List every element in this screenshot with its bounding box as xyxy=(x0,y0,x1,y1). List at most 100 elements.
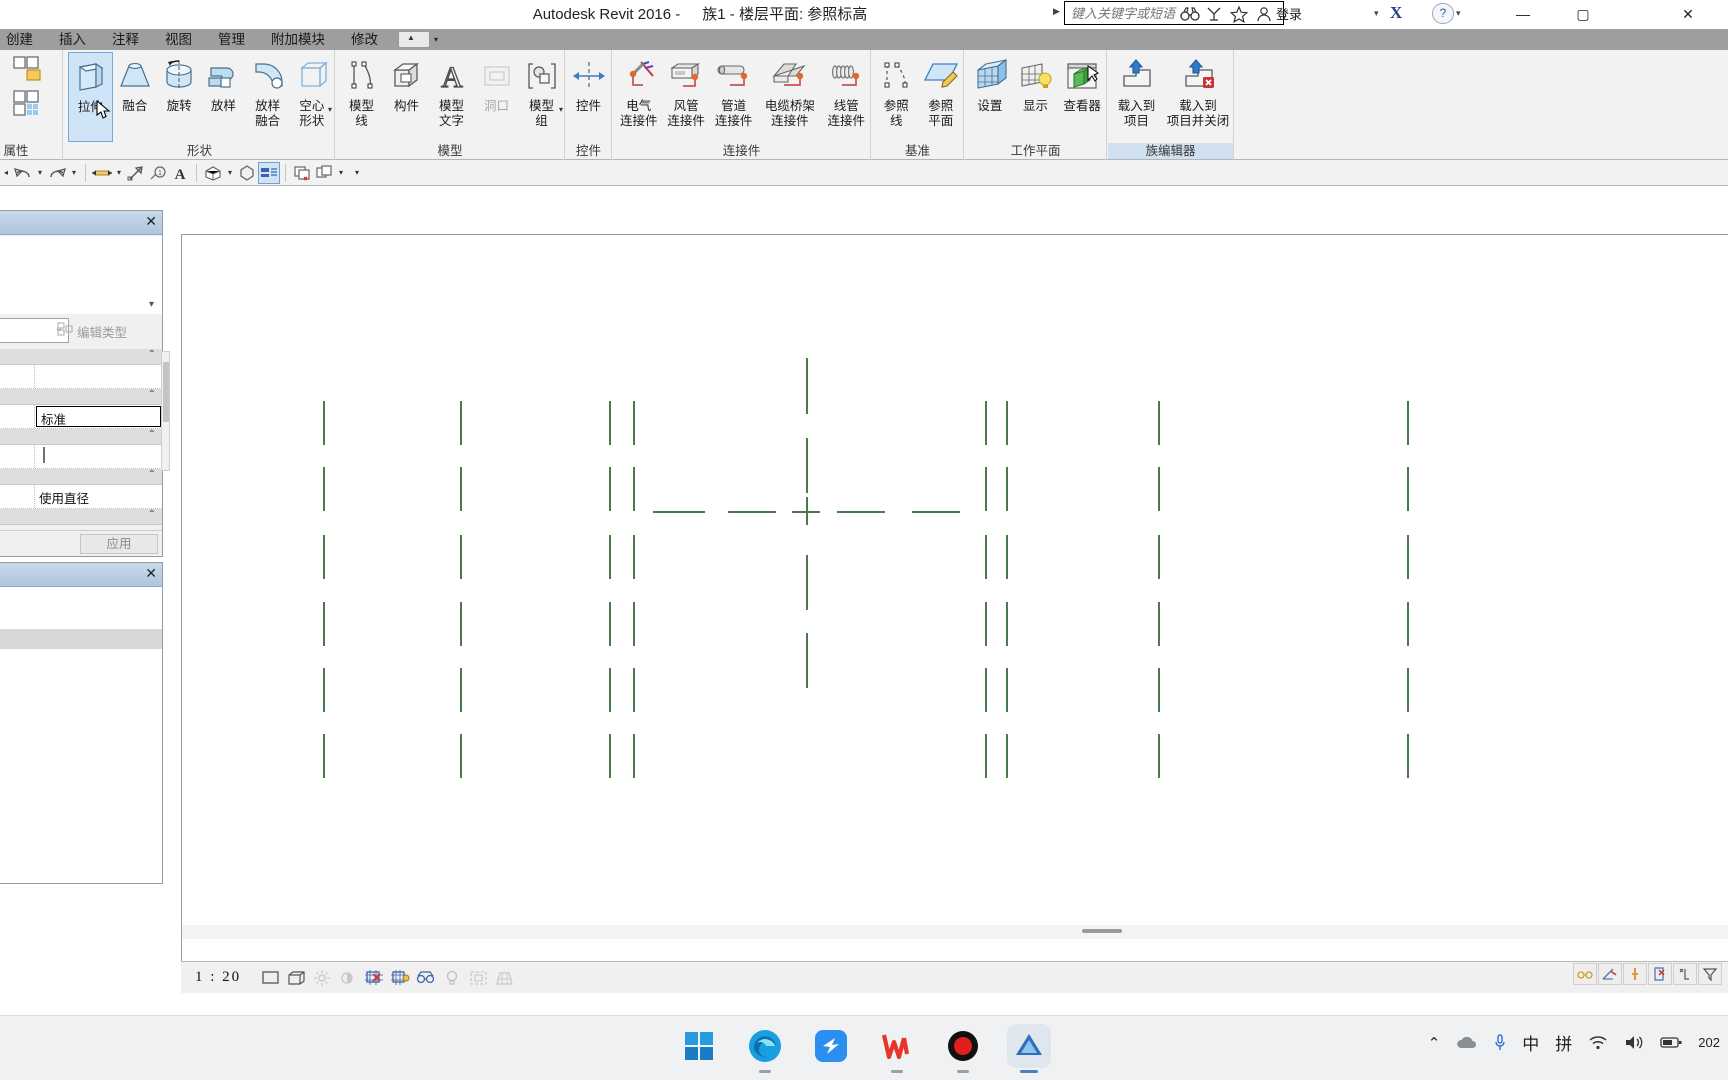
browser-item-ref-level[interactable]: 标高 xyxy=(0,629,162,649)
close-hidden-windows-button[interactable] xyxy=(291,162,313,184)
property-value-visible[interactable] xyxy=(35,445,162,468)
qat-customize-caret-icon[interactable]: ▾ xyxy=(351,162,363,184)
tab-view[interactable]: 视图 xyxy=(152,29,205,50)
ribbon-button-workplane-viewer[interactable]: 查看器 xyxy=(1058,52,1106,142)
properties-scrollbar[interactable] xyxy=(161,351,170,471)
ribbon-button-extrusion[interactable]: 拉伸 xyxy=(68,52,113,142)
chevron-up-icon[interactable]: ⌃ xyxy=(148,469,156,480)
ribbon-button-swept-blend[interactable]: 放样 融合 xyxy=(245,52,289,142)
detail-number-button[interactable]: 1 xyxy=(147,162,169,184)
ribbon-button-blend[interactable]: 融合 xyxy=(113,52,157,142)
browser-item-plane[interactable]: 平面 xyxy=(0,649,162,669)
autodesk-360-icon[interactable] xyxy=(1202,3,1226,25)
close-icon[interactable]: ✕ xyxy=(145,213,157,230)
close-icon[interactable]: ✕ xyxy=(145,565,157,582)
visual-style-icon[interactable] xyxy=(283,966,309,990)
qat-expand-arrow[interactable]: ▶ xyxy=(1053,6,1060,17)
ribbon-button-model-text[interactable]: A 模型 文字 xyxy=(429,52,474,142)
property-value-size[interactable]: 使用直径 xyxy=(35,485,162,508)
undo-button[interactable] xyxy=(12,162,34,184)
ime-pinyin-label[interactable]: 拼 xyxy=(1555,1030,1572,1055)
property-row-size[interactable]: 大小 使用直径 xyxy=(0,485,162,509)
crop-region-off-icon[interactable] xyxy=(361,966,387,990)
sun-path-icon[interactable] xyxy=(309,966,335,990)
property-row-subcategory[interactable]: 子类别 标准 xyxy=(0,405,162,429)
search-binoculars-icon[interactable] xyxy=(1178,3,1202,25)
ribbon-button-duct-connector[interactable]: 风管 连接件 xyxy=(662,52,709,142)
chevron-up-icon[interactable]: ⌃ xyxy=(148,429,156,440)
favorites-star-icon[interactable] xyxy=(1227,3,1251,25)
ribbon-button-load-into-project[interactable]: 载入到 项目 xyxy=(1110,52,1163,142)
family-category-icon[interactable] xyxy=(0,89,8,119)
qat-left-caret-icon[interactable]: ◂ xyxy=(0,162,12,184)
tab-insert[interactable]: 插入 xyxy=(46,29,99,50)
help-button[interactable]: ? xyxy=(1432,3,1454,24)
ribbon-button-conduit-connector[interactable]: 线管 连接件 xyxy=(823,52,870,142)
temporary-view-properties-icon[interactable] xyxy=(465,966,491,990)
ribbon-collapse-button[interactable] xyxy=(398,31,430,48)
microsoft-edge-icon[interactable] xyxy=(743,1024,787,1073)
family-types-icon[interactable] xyxy=(12,54,46,84)
minimize-button[interactable]: — xyxy=(1500,0,1546,29)
ribbon-button-control[interactable]: 控件 xyxy=(566,52,611,142)
door-tool-icon[interactable] xyxy=(1648,963,1672,985)
tray-microphone-icon[interactable] xyxy=(1494,1033,1506,1052)
chevron-down-icon[interactable]: ▾ xyxy=(328,105,332,114)
switch-windows-dropdown-icon[interactable]: ▾ xyxy=(335,162,347,184)
ribbon-button-component[interactable]: 构件 xyxy=(384,52,429,142)
ribbon-button-revolve[interactable]: 旋转 xyxy=(157,52,201,142)
tray-wifi-icon[interactable] xyxy=(1588,1035,1608,1050)
ribbon-button-load-into-project-close[interactable]: 载入到 项目并关闭 xyxy=(1163,52,1233,142)
ribbon-button-model-line[interactable]: 模型线 xyxy=(339,52,384,142)
tag-button[interactable] xyxy=(125,162,147,184)
redo-button[interactable] xyxy=(46,162,68,184)
tab-annotate[interactable]: 注释 xyxy=(99,29,152,50)
default-3d-view-button[interactable] xyxy=(202,162,224,184)
property-group-constraints[interactable]: 约束 ⌃ xyxy=(0,349,162,365)
properties-icon[interactable] xyxy=(0,54,8,84)
browser-item-all-2[interactable]: (全部) xyxy=(0,789,162,809)
ribbon-button-cable-tray-connector[interactable]: 电缆桥架 连接件 xyxy=(757,52,822,142)
shadows-icon[interactable] xyxy=(335,966,361,990)
switch-windows-button[interactable] xyxy=(313,162,335,184)
analytical-model-icon[interactable] xyxy=(491,966,517,990)
pin-tool-icon[interactable] xyxy=(1623,963,1647,985)
ribbon-button-electrical-connector[interactable]: 电气 连接件 xyxy=(615,52,662,142)
ribbon-button-workplane-set[interactable]: 设置 xyxy=(967,52,1013,142)
autodesk-revit-icon[interactable] xyxy=(1007,1024,1051,1073)
browser-item-elevation[interactable]: 立面 1) xyxy=(0,689,162,709)
close-button[interactable]: ✕ xyxy=(1665,0,1711,29)
aligned-dimension-button[interactable] xyxy=(91,162,113,184)
visible-checkbox[interactable] xyxy=(43,447,45,463)
tray-clock[interactable]: 202 xyxy=(1698,1035,1720,1050)
tab-modify[interactable]: 修改 xyxy=(338,29,391,50)
property-row-visible[interactable]: 可见... xyxy=(0,445,162,469)
ribbon-button-void-form[interactable]: 空心 形状 ▾ xyxy=(290,52,334,142)
property-group-graphics[interactable]: 图形 ⌃ xyxy=(0,389,162,405)
chevron-down-icon[interactable]: ▾ xyxy=(149,299,154,310)
text-button[interactable]: A xyxy=(169,162,191,184)
thin-lines-button[interactable] xyxy=(258,161,280,184)
property-row-host[interactable]: 主体 xyxy=(0,365,162,389)
property-value-subcategory[interactable]: 标准 xyxy=(36,406,161,427)
exchange-apps-icon[interactable]: X xyxy=(1390,3,1402,23)
drawing-canvas[interactable] xyxy=(181,234,1728,961)
browser-item-view[interactable]: 图 xyxy=(0,669,162,689)
ribbon-button-reference-line[interactable]: 参照线 xyxy=(874,52,919,142)
tab-addins[interactable]: 附加模块 xyxy=(258,29,338,50)
screen-recorder-icon[interactable] xyxy=(941,1024,985,1073)
browser-app-icon[interactable] xyxy=(809,1024,853,1068)
property-group-extra[interactable]: ⌃ xyxy=(0,509,162,525)
tab-manage[interactable]: 管理 xyxy=(205,29,258,50)
ribbon-button-sweep[interactable]: 放样 xyxy=(201,52,245,142)
property-value[interactable] xyxy=(35,365,162,388)
edit-type-button[interactable]: 编辑类型 xyxy=(77,322,127,341)
dimension-dropdown-icon[interactable]: ▾ xyxy=(113,162,125,184)
redo-dropdown-icon[interactable]: ▾ xyxy=(68,162,80,184)
select-tool-icon[interactable] xyxy=(1673,963,1697,985)
filter-tool-icon[interactable] xyxy=(1698,963,1722,985)
tray-chevron-icon[interactable]: ⌃ xyxy=(1428,1034,1441,1052)
browser-item-connector[interactable]: 接 xyxy=(0,809,162,829)
maximize-button[interactable]: ▢ xyxy=(1560,0,1606,29)
glasses-tool-icon[interactable] xyxy=(1573,963,1597,985)
